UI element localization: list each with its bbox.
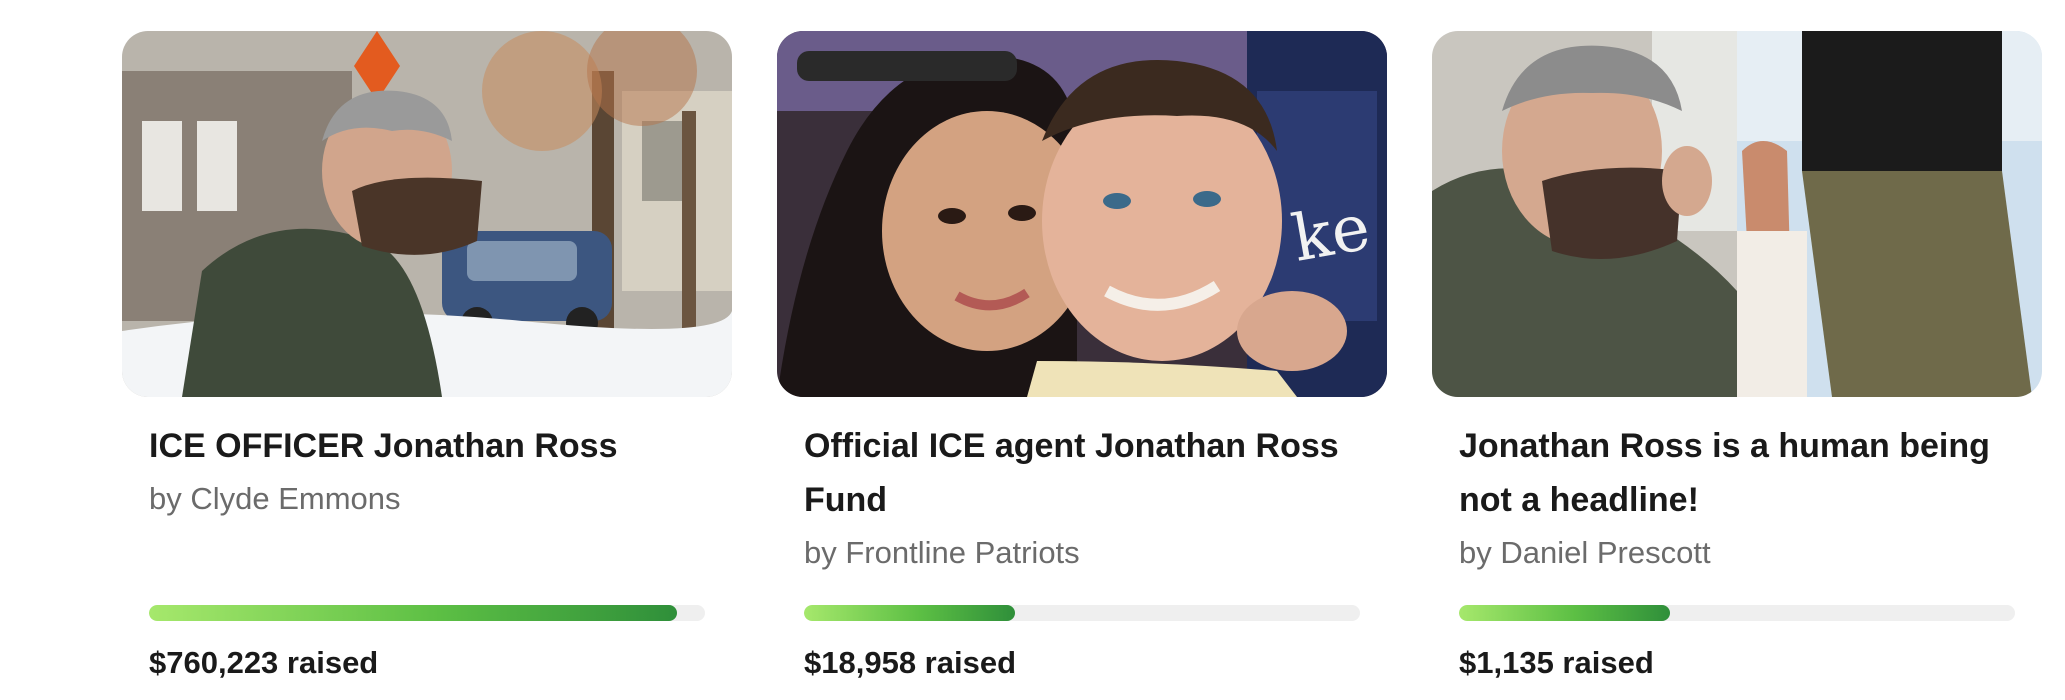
progress-bar-fill [149, 605, 678, 621]
fundraiser-card-body: Official ICE agent Jonathan Ross Fund by… [777, 419, 1387, 683]
amount-raised: $18,958 raised [804, 645, 1017, 680]
progress-bar [1459, 605, 2015, 621]
fundraiser-card-body: ICE OFFICER Jonathan Ross by Clyde Emmon… [122, 419, 732, 683]
amount-raised: $760,223 raised [149, 645, 379, 680]
fundraiser-card[interactable]: ke Official ICE agent Jonathan Ross Fund [777, 31, 1387, 683]
fundraiser-author: by Frontline Patriots [804, 535, 1080, 570]
fundraiser-thumbnail[interactable]: ke [777, 31, 1387, 397]
progress-bar [149, 605, 705, 621]
fundraiser-author: by Daniel Prescott [1459, 535, 1711, 570]
fundraiser-title[interactable]: ICE OFFICER Jonathan Ross [149, 419, 705, 473]
progress-bar-fill [804, 605, 1016, 621]
fundraiser-thumbnail[interactable] [122, 31, 732, 397]
fundraiser-title[interactable]: Official ICE agent Jonathan Ross Fund [804, 419, 1360, 527]
progress-bar [804, 605, 1360, 621]
fundraiser-card-list: ICE OFFICER Jonathan Ross by Clyde Emmon… [122, 31, 2042, 683]
fundraiser-thumbnail[interactable] [1432, 31, 2042, 397]
fundraiser-title[interactable]: Jonathan Ross is a human being not a hea… [1459, 419, 2015, 527]
progress-bar-fill [1459, 605, 1671, 621]
fundraiser-card[interactable]: Jonathan Ross is a human being not a hea… [1432, 31, 2042, 683]
fundraiser-card-body: Jonathan Ross is a human being not a hea… [1432, 419, 2042, 683]
svg-text:ke: ke [1287, 191, 1375, 277]
fundraiser-card[interactable]: ICE OFFICER Jonathan Ross by Clyde Emmon… [122, 31, 732, 683]
amount-raised: $1,135 raised [1459, 645, 1654, 680]
fundraiser-author: by Clyde Emmons [149, 481, 401, 516]
